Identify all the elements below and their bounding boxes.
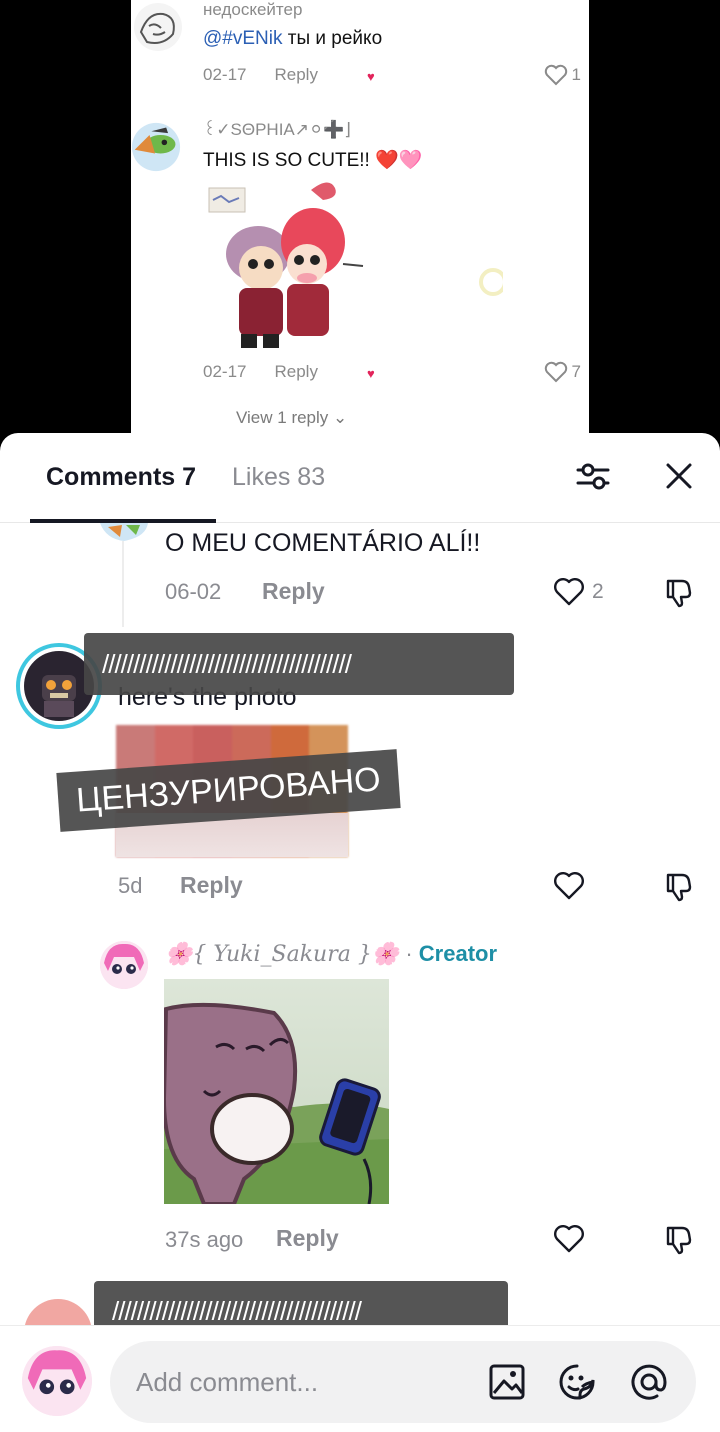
sheet-header: Comments 7 Likes 83 bbox=[0, 433, 720, 523]
video-comment-username: ꒰✓SΘPHIA↗⚪➕⌋ bbox=[203, 120, 352, 139]
comment-image[interactable] bbox=[164, 979, 389, 1204]
heart-outline-icon bbox=[544, 64, 567, 86]
comment-input[interactable] bbox=[136, 1341, 476, 1423]
video-comment-username: недоскейтер bbox=[203, 0, 303, 19]
reply-button[interactable]: Reply bbox=[276, 1225, 339, 1252]
sketch-avatar bbox=[134, 3, 182, 51]
dislike-icon[interactable] bbox=[662, 1222, 696, 1256]
image-icon[interactable] bbox=[486, 1361, 528, 1403]
video-comment-text: THIS IS SO CUTE!! ❤️🩷 bbox=[203, 150, 423, 171]
like-count: 2 bbox=[592, 580, 604, 603]
like-button[interactable]: 7 bbox=[544, 361, 581, 383]
video-comment-text: @#vENik ты и рейко bbox=[203, 28, 383, 49]
heart-outline-icon[interactable] bbox=[552, 869, 586, 903]
comment-input-container bbox=[110, 1341, 696, 1423]
censor-overlay: //////////////////////////////////////// bbox=[84, 633, 514, 695]
mention-at-icon[interactable] bbox=[628, 1361, 670, 1403]
thread-line bbox=[122, 541, 124, 627]
comments-sheet: Comments 7 Likes 83 O MEU COMENTÁRIO ALÍ… bbox=[0, 433, 720, 1432]
dislike-icon[interactable] bbox=[662, 575, 696, 609]
tab-comments[interactable]: Comments 7 bbox=[46, 463, 196, 492]
close-icon[interactable] bbox=[658, 455, 700, 497]
comment-date: 37s ago bbox=[165, 1227, 244, 1252]
emoji-sticker-icon[interactable] bbox=[556, 1361, 598, 1403]
dino-avatar bbox=[131, 122, 181, 172]
my-avatar[interactable] bbox=[22, 1346, 92, 1416]
reply-link[interactable]: Reply bbox=[274, 65, 317, 84]
view-replies-link[interactable]: View 1 reply ⌄ bbox=[236, 408, 347, 428]
creator-liked-icon: ♥ bbox=[367, 366, 375, 381]
comment-username[interactable]: 🌸{ Yuki_Sakura }🌸 bbox=[165, 942, 399, 967]
anime-avatar-image bbox=[100, 941, 148, 989]
comment-drawing-image[interactable] bbox=[203, 176, 503, 351]
like-button[interactable]: 1 bbox=[544, 64, 581, 86]
filter-sliders-icon[interactable] bbox=[572, 455, 614, 497]
reply-link[interactable]: Reply bbox=[274, 362, 317, 381]
video-comment-meta: 02-17 Reply bbox=[203, 362, 318, 381]
avatar[interactable] bbox=[100, 941, 148, 989]
heart-outline-icon bbox=[544, 361, 567, 383]
creator-badge: Creator bbox=[418, 941, 498, 966]
comment-date: 5d bbox=[118, 873, 143, 898]
like-count: 7 bbox=[571, 362, 581, 381]
comment-text: O MEU COMENTÁRIO ALÍ!! bbox=[165, 529, 481, 557]
dislike-icon[interactable] bbox=[662, 869, 696, 903]
reply-button[interactable]: Reply bbox=[262, 578, 325, 605]
video-frame[interactable]: недоскейтер @#vENik ты и рейко 02-17 Repl… bbox=[131, 0, 589, 435]
like-count: 1 bbox=[571, 65, 581, 84]
video-comment-meta: 02-17 Reply bbox=[203, 65, 318, 84]
avatar[interactable] bbox=[100, 523, 148, 543]
comment-input-bar bbox=[0, 1325, 720, 1432]
mention-link[interactable]: @#vENik bbox=[203, 28, 282, 49]
tab-likes[interactable]: Likes 83 bbox=[232, 463, 325, 492]
comment-author-line: 🌸{ Yuki_Sakura }🌸 · Creator bbox=[165, 941, 498, 967]
creator-liked-icon: ♥ bbox=[367, 69, 375, 84]
heart-outline-icon[interactable] bbox=[552, 575, 586, 609]
censored-label: ЦЕНЗУРИРОВАНО bbox=[56, 749, 401, 832]
comment-date: 06-02 bbox=[165, 579, 222, 604]
reply-button[interactable]: Reply bbox=[180, 872, 243, 899]
anime-avatar-image bbox=[22, 1346, 92, 1416]
heart-outline-icon[interactable] bbox=[552, 1222, 586, 1256]
